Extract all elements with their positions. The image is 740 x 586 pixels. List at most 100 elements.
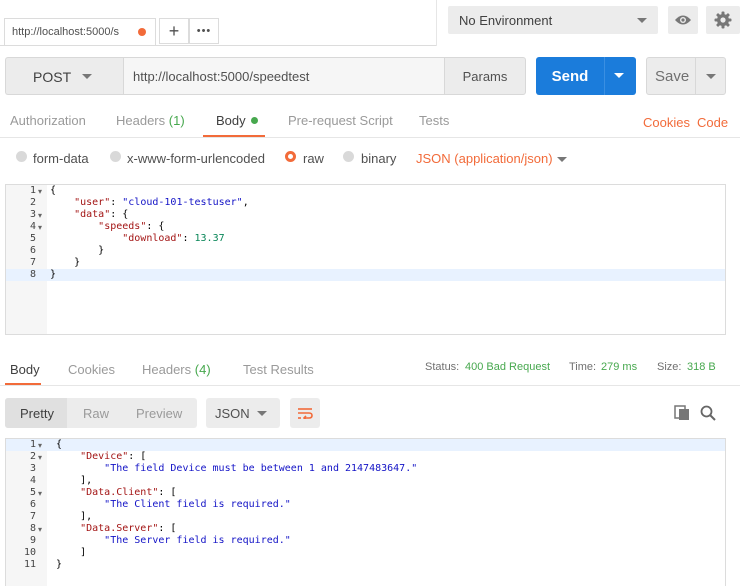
url-input[interactable]: http://localhost:5000/speedtest <box>123 57 445 95</box>
url-value: http://localhost:5000/speedtest <box>133 69 310 84</box>
code-line: "The field Device must be between 1 and … <box>104 463 418 474</box>
fold-toggle-icon[interactable]: ▾ <box>38 223 42 232</box>
code-link[interactable]: Code <box>697 115 728 130</box>
line-number: 7 <box>29 257 36 268</box>
code-line: "Data.Client": [ <box>80 487 177 498</box>
binary-label: binary <box>361 151 397 166</box>
code-line: "download": 13.37 <box>122 233 225 244</box>
params-button[interactable]: Params <box>444 57 526 95</box>
status-value[interactable]: 400 Bad Request <box>465 361 550 373</box>
environment-quick-look-button[interactable] <box>668 6 698 34</box>
line-numbers: 1 2 3 4 5 6 7 8 9 10 11 <box>6 439 36 571</box>
response-tab-cookies[interactable]: Cookies <box>68 362 115 377</box>
response-tab-body[interactable]: Body <box>10 362 40 377</box>
request-code: { "user": "cloud-101-testuser", "data": … <box>50 185 249 281</box>
eye-icon <box>675 15 691 25</box>
radio-urlencoded[interactable] <box>110 151 121 162</box>
code-line: } <box>56 559 63 570</box>
view-raw-button[interactable]: Raw <box>83 406 109 421</box>
line-number: 10 <box>23 547 36 558</box>
save-label: Save <box>655 68 690 85</box>
response-tabs-divider <box>0 385 740 386</box>
code-line: "Device": [ <box>80 451 147 462</box>
line-number: 9 <box>29 535 36 546</box>
code-line: } <box>50 269 57 280</box>
copy-button[interactable] <box>674 405 690 424</box>
response-tab-test-results[interactable]: Test Results <box>243 362 314 377</box>
response-tab-headers[interactable]: Headers (4) <box>142 362 211 377</box>
request-body-editor[interactable]: 1 2 3 4 5 6 7 8 ▾ ▾ ▾ { "user": "cloud-1… <box>5 184 726 335</box>
tab-tests[interactable]: Tests <box>419 113 449 128</box>
send-button[interactable]: Send <box>536 57 636 95</box>
method-label: POST <box>33 69 72 85</box>
fold-toggle-icon[interactable]: ▾ <box>38 441 42 450</box>
radio-binary[interactable] <box>343 151 354 162</box>
tab-authorization[interactable]: Authorization <box>10 113 86 128</box>
chevron-down-icon <box>257 411 267 416</box>
status-label: Status: <box>425 361 460 373</box>
radio-raw[interactable] <box>285 151 296 162</box>
radio-form-data[interactable] <box>16 151 27 162</box>
header-divider <box>436 0 437 46</box>
content-type-select[interactable]: JSON (application/json) <box>416 151 553 166</box>
method-select[interactable]: POST <box>5 57 123 95</box>
view-pretty-button[interactable]: Pretty <box>20 406 54 421</box>
send-options-chevron-icon[interactable] <box>614 73 624 78</box>
line-number: 2 <box>29 197 36 208</box>
save-options-chevron-icon[interactable] <box>706 74 716 79</box>
environment-select[interactable]: No Environment <box>448 6 658 34</box>
tab-bar-divider <box>0 45 436 46</box>
wrap-lines-button[interactable] <box>290 398 320 428</box>
code-line: ] <box>56 547 87 558</box>
line-number: 1 <box>29 185 36 196</box>
plus-icon: + <box>168 21 180 41</box>
response-body-viewer[interactable]: 1 2 3 4 5 6 7 8 9 10 11 ▾ ▾ ▾ ▾ { "Devic… <box>5 438 726 586</box>
raw-label: raw <box>303 151 324 166</box>
request-tab[interactable]: http://localhost:5000/s <box>4 18 156 46</box>
new-tab-button[interactable]: + <box>159 18 189 44</box>
code-line: "data": { <box>74 209 129 220</box>
body-indicator-dot <box>250 117 258 124</box>
line-number: 3 <box>29 463 36 474</box>
line-number: 6 <box>29 245 36 256</box>
fold-toggle-icon[interactable]: ▾ <box>38 453 42 462</box>
tab-prerequest-script[interactable]: Pre-request Script <box>288 113 393 128</box>
search-icon <box>700 405 716 421</box>
response-tab-headers-label: Headers <box>142 362 192 377</box>
response-code: { "Device": [ "The field Device must be … <box>56 439 417 571</box>
fold-toggle-icon[interactable]: ▾ <box>38 525 42 534</box>
line-number: 5 <box>29 487 36 498</box>
cookies-link[interactable]: Cookies <box>643 115 690 130</box>
more-tabs-button[interactable]: ••• <box>189 18 219 44</box>
time-value[interactable]: 279 ms <box>601 361 637 373</box>
environment-label: No Environment <box>459 13 553 28</box>
code-line: { <box>56 439 63 450</box>
unsaved-dot-icon <box>138 28 146 36</box>
code-line: "The Server field is required." <box>104 535 291 546</box>
size-label: Size: <box>657 361 682 373</box>
manage-environments-button[interactable] <box>706 6 740 34</box>
view-preview-button[interactable]: Preview <box>136 406 182 421</box>
search-button[interactable] <box>700 405 716 424</box>
response-language-select[interactable]: JSON <box>206 398 280 428</box>
urlencoded-label: x-www-form-urlencoded <box>127 151 265 166</box>
save-button[interactable]: Save <box>646 57 726 95</box>
send-label: Send <box>551 67 589 85</box>
time-label: Time: <box>569 361 597 373</box>
line-number: 5 <box>29 233 36 244</box>
tab-body[interactable]: Body <box>216 113 258 128</box>
fold-toggle-icon[interactable]: ▾ <box>38 489 42 498</box>
code-line: "The Client field is required." <box>104 499 291 510</box>
line-number: 8 <box>29 269 36 280</box>
fold-toggle-icon[interactable]: ▾ <box>38 211 42 220</box>
chevron-down-icon <box>637 18 647 23</box>
gear-icon <box>714 11 732 29</box>
response-language-label: JSON <box>215 406 250 421</box>
code-line: { <box>50 185 57 196</box>
fold-toggle-icon[interactable]: ▾ <box>38 187 42 196</box>
size-value[interactable]: 318 B <box>687 361 716 373</box>
send-divider <box>604 57 605 95</box>
tab-headers[interactable]: Headers (1) <box>116 113 185 128</box>
tab-headers-label: Headers <box>116 113 166 128</box>
code-line: } <box>50 245 105 256</box>
